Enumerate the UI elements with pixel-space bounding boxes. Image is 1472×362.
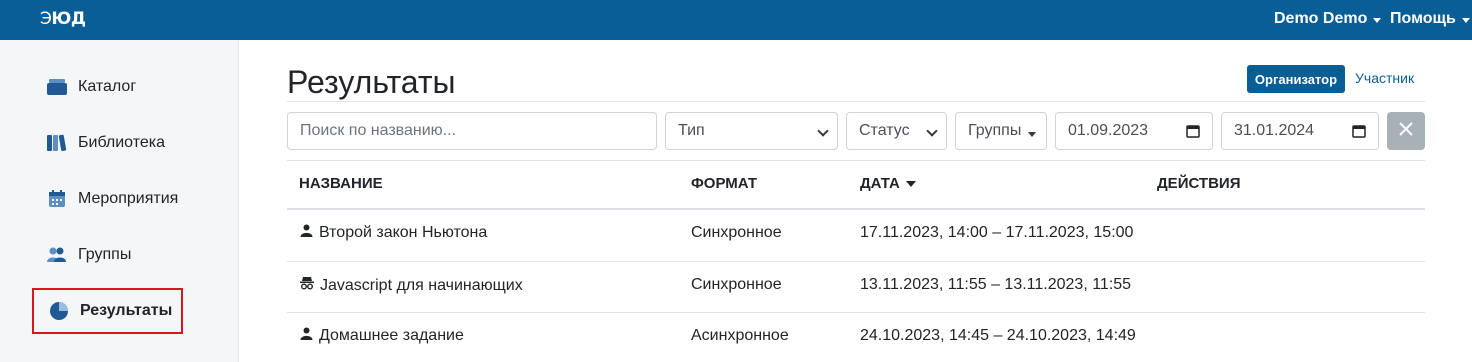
user-menu-label: Demo Demo <box>1274 10 1368 27</box>
table-top-border <box>287 160 1425 161</box>
date-to-value: 31.01.2024 <box>1234 122 1315 139</box>
row-format: Асинхронное <box>691 327 789 344</box>
date-to-field[interactable]: 31.01.2024 <box>1221 112 1379 150</box>
search-placeholder: Поиск по названию... <box>300 122 457 139</box>
row-name: Домашнее задание <box>319 327 464 344</box>
pie-chart-icon <box>48 300 70 322</box>
title-divider <box>287 101 1425 102</box>
sidebar-item-label: Группы <box>78 246 132 263</box>
help-menu[interactable]: Помощь <box>1390 10 1470 28</box>
clear-filters-button[interactable] <box>1387 112 1425 150</box>
groups-dropdown[interactable]: Группы <box>955 112 1047 150</box>
calendar-picker-icon[interactable] <box>1186 124 1200 143</box>
sidebar-item-label: Результаты <box>80 302 173 319</box>
user-icon <box>300 327 313 345</box>
top-navbar: ЭЮД Demo Demo Помощь <box>0 0 1472 40</box>
row-divider <box>287 261 1425 262</box>
user-icon <box>300 224 313 242</box>
column-header-name: Название <box>299 175 383 192</box>
page-title: Результаты <box>287 64 456 100</box>
column-header-format: Формат <box>691 175 757 192</box>
incognito-icon <box>300 276 314 295</box>
groups-icon <box>46 244 68 266</box>
chevron-down-icon <box>926 125 938 137</box>
chevron-down-icon <box>817 125 829 137</box>
column-header-label: Дата <box>860 175 900 192</box>
column-header-label: Формат <box>691 175 758 192</box>
column-header-label: Действия <box>1157 175 1241 192</box>
logo-text: ЮД <box>51 9 86 29</box>
calendar-icon <box>46 188 68 210</box>
sidebar-item-results[interactable]: Результаты <box>32 288 183 334</box>
date-from-field[interactable]: 01.09.2023 <box>1055 112 1213 150</box>
column-header-date[interactable]: Дата <box>860 175 916 192</box>
row-date: 17.11.2023, 14:00 – 17.11.2023, 15:00 <box>860 224 1134 241</box>
row-format: Синхронное <box>691 276 782 293</box>
table-row[interactable]: Javascript для начинающих <box>300 276 523 295</box>
sidebar-item-events[interactable]: Мероприятия <box>46 184 178 214</box>
sidebar-item-label: Каталог <box>78 78 137 95</box>
app-logo[interactable]: ЭЮД <box>40 9 86 29</box>
table-row[interactable]: Домашнее задание <box>300 327 464 345</box>
sidebar-item-library[interactable]: Библиотека <box>46 128 165 158</box>
chevron-down-icon <box>1028 132 1036 137</box>
user-menu[interactable]: Demo Demo <box>1274 10 1382 28</box>
column-header-actions: Действия <box>1157 175 1241 192</box>
close-icon <box>1398 121 1414 142</box>
column-header-label: Название <box>299 175 383 192</box>
table-row[interactable]: Второй закон Ньютона <box>300 224 487 242</box>
row-name: Javascript для начинающих <box>320 276 523 294</box>
groups-dropdown-label: Группы <box>968 122 1022 139</box>
row-name: Второй закон Ньютона <box>319 224 488 241</box>
sort-desc-icon <box>905 180 916 187</box>
row-divider <box>287 312 1425 313</box>
status-select-value: Статус <box>859 122 910 139</box>
header-divider <box>287 208 1425 210</box>
sidebar-item-catalog[interactable]: Каталог <box>46 72 136 102</box>
library-icon <box>46 132 68 154</box>
catalog-icon <box>46 76 68 98</box>
logo-prefix: Э <box>40 9 52 29</box>
status-select[interactable]: Статус <box>846 112 947 150</box>
sidebar-item-groups[interactable]: Группы <box>46 240 131 270</box>
type-select-value: Тип <box>678 122 705 139</box>
search-input[interactable]: Поиск по названию... <box>287 112 657 150</box>
calendar-picker-icon[interactable] <box>1352 124 1366 143</box>
type-select[interactable]: Тип <box>665 112 838 150</box>
sidebar-item-label: Мероприятия <box>78 190 179 207</box>
date-from-value: 01.09.2023 <box>1068 122 1149 139</box>
help-menu-label: Помощь <box>1390 10 1456 27</box>
row-format: Синхронное <box>691 224 782 241</box>
organizer-role-button[interactable]: Организатор <box>1247 65 1345 93</box>
chevron-down-icon <box>1461 17 1470 23</box>
participant-role-link[interactable]: Участник <box>1355 70 1414 86</box>
sidebar-item-label: Библиотека <box>78 134 165 151</box>
chevron-down-icon <box>1373 17 1382 23</box>
row-date: 13.11.2023, 11:55 – 13.11.2023, 11:55 <box>860 276 1132 293</box>
row-date: 24.10.2023, 14:45 – 24.10.2023, 14:49 <box>860 327 1136 344</box>
